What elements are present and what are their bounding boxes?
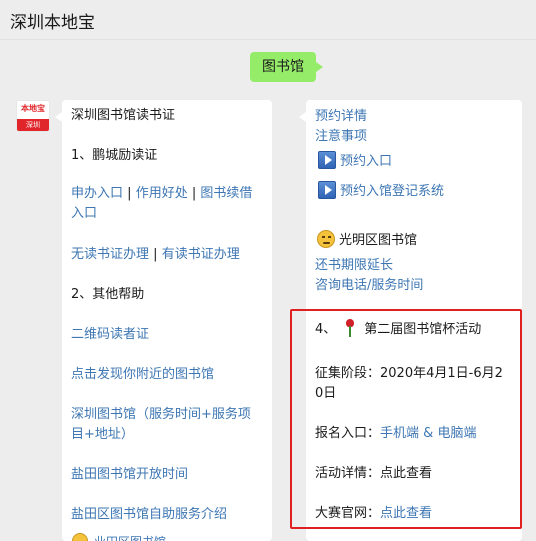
szlib-link[interactable]: 深圳图书馆（服务时间+服务项 [71,405,251,425]
avatar-city-text: 深圳 [17,119,49,131]
renew-link[interactable]: 图书续借 [200,186,252,201]
separator: | [127,186,132,201]
separator: | [191,186,197,201]
play-icon [318,181,336,199]
reply-bubble-left: 深圳图书馆读书证 1、鹏城励读证 申办入口 | 作用好处 | 图书续借 入口 无… [55,100,272,541]
reserve-entry-label: 预约入口 [340,154,393,169]
contact-link[interactable]: 咨询电话/服务时间 [315,276,423,296]
notice-link[interactable]: 注意事项 [315,127,367,147]
title-bar: 深圳本地宝 [0,0,536,40]
play-icon [318,151,336,169]
highlight-box [290,309,522,529]
extend-link[interactable]: 还书期限延长 [315,256,393,276]
yantian-self-service-link[interactable]: 盐田区图书馆自助服务介绍 [71,505,227,525]
sent-message-bubble[interactable]: 图书馆 [250,52,323,82]
link-row-card: 无读书证办理 | 有读书证办理 [71,245,240,265]
no-card-link[interactable]: 无读书证办理 [71,247,149,262]
renew-link-cont[interactable]: 入口 [71,204,97,224]
nearby-library-link[interactable]: 点击发现你附近的图书馆 [71,365,214,385]
reserve-system-label: 预约入馆登记系统 [340,184,445,199]
reserve-entry-row[interactable]: 预约入口 [318,151,392,172]
section-other-help: 2、其他帮助 [71,287,145,302]
benefit-link[interactable]: 作用好处 [136,186,188,201]
guangming-heading: 光明区图书馆 [317,230,417,251]
avatar[interactable]: 本地宝 深圳 [16,100,50,132]
section-pengcheng: 1、鹏城励读证 [71,148,158,163]
link-row-apply: 申办入口 | 作用好处 | 图书续借 [71,184,252,204]
smiley-icon [317,230,335,248]
apply-link[interactable]: 申办入口 [71,186,123,201]
guangming-label: 光明区图书馆 [339,233,418,248]
szlib-link-cont[interactable]: 目+地址） [71,425,134,445]
partial-link[interactable]: 业田区图书馆 [94,533,166,541]
qr-card-link[interactable]: 二维码读者证 [71,325,149,345]
yantian-hours-link[interactable]: 盐田图书馆开放时间 [71,465,188,485]
card-heading: 深圳图书馆读书证 [71,108,176,123]
separator: | [153,247,158,262]
avatar-logo-text: 本地宝 [17,101,49,119]
chat-title: 深圳本地宝 [10,13,95,33]
reserve-system-row[interactable]: 预约入馆登记系统 [318,181,444,202]
has-card-link[interactable]: 有读书证办理 [162,247,240,262]
reserve-detail-link[interactable]: 预约详情 [315,107,367,127]
